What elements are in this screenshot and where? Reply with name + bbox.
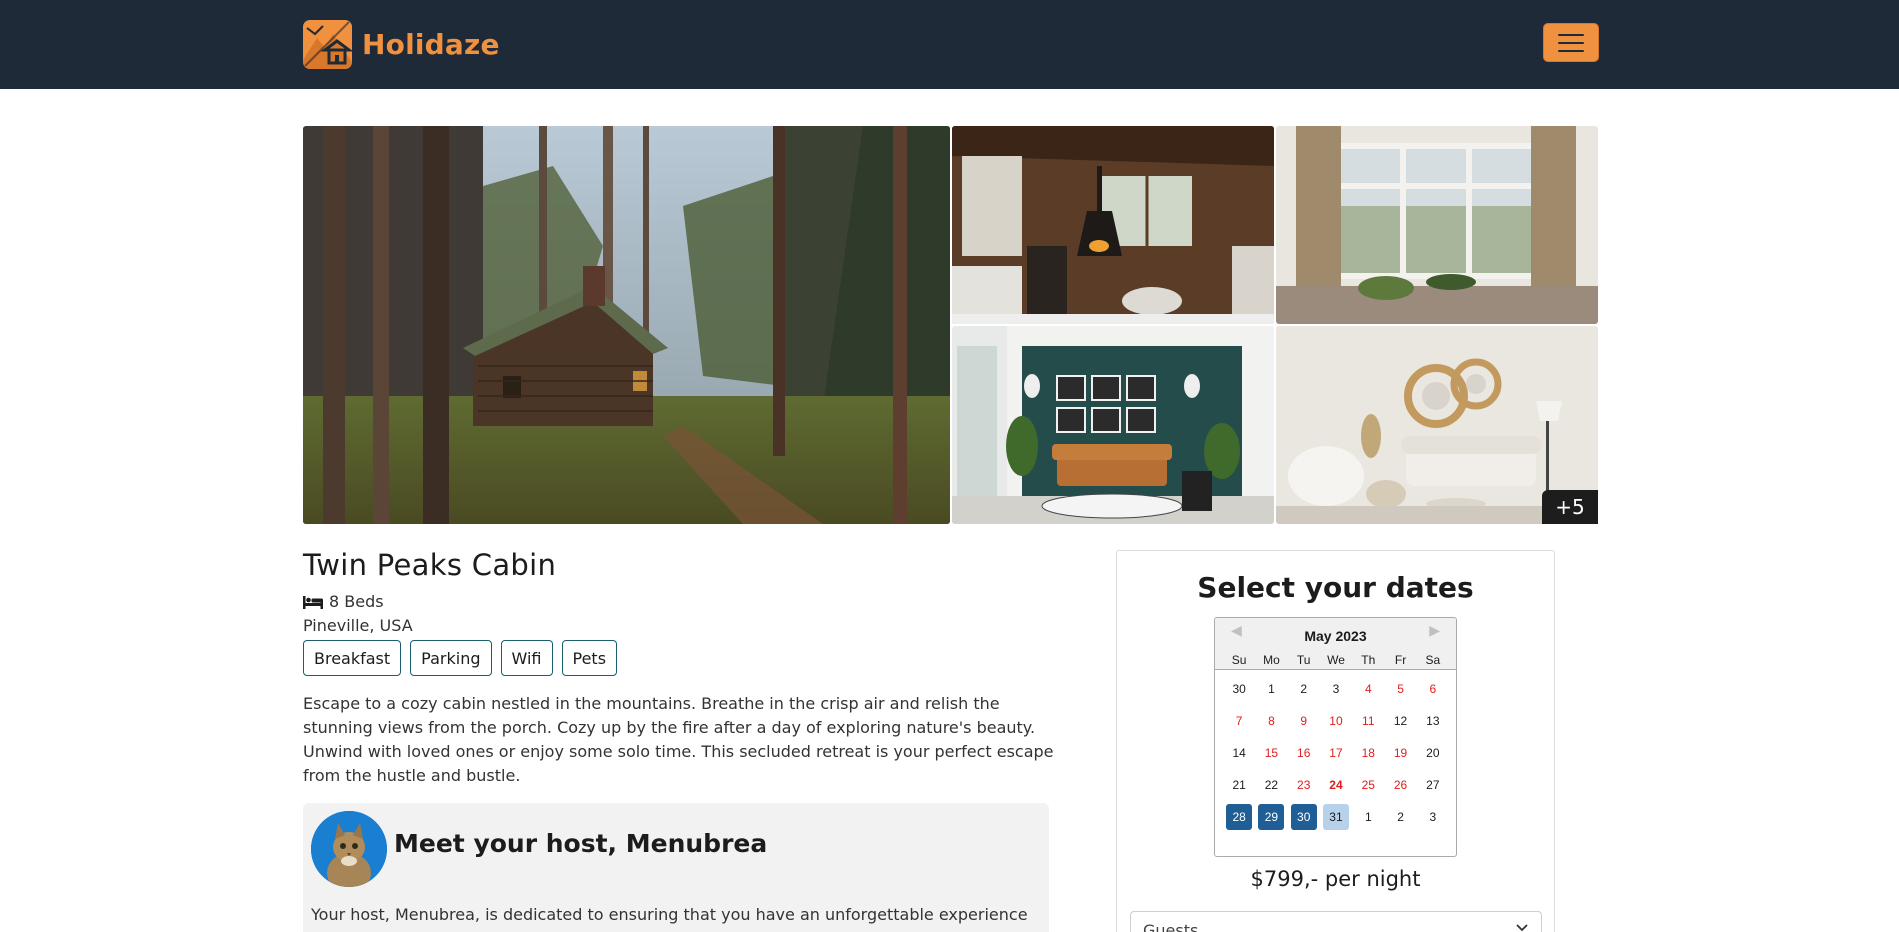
calendar-weekday: Fr [1394,653,1407,667]
calendar-weekday: Su [1231,653,1247,667]
calendar-day: 7 [1235,714,1243,728]
calendar-month: May 2023 [1304,628,1367,644]
calendar-day: 10 [1329,714,1343,728]
calendar-day[interactable]: 27 [1417,772,1449,798]
amenity-tag: Parking [410,640,492,676]
booking-title: Select your dates [1197,571,1474,604]
calendar-weekday: Tu [1296,653,1311,667]
calendar-day: 5 [1397,682,1404,696]
calendar-day[interactable]: 21 [1223,772,1255,798]
calendar-day[interactable]: 22 [1255,772,1287,798]
beds-count: 8 Beds [329,592,384,611]
calendar-day[interactable]: 13 [1417,708,1449,734]
chevron-down-icon [1516,924,1528,932]
calendar-day[interactable]: 30 [1288,804,1320,830]
calendar-day[interactable]: 30 [1223,676,1255,702]
calendar-day: 15 [1264,746,1279,760]
host-card: Meet your host, Menubrea Your host, Menu… [303,803,1049,932]
calendar-day[interactable]: 24 [1320,772,1352,798]
host-title: Meet your host, Menubrea [394,829,768,858]
calendar-day[interactable]: 1 [1255,676,1287,702]
calendar-weekday: Mo [1263,653,1280,667]
date-picker-calendar: ◀ May 2023 ▶ Su Mo Tu We Th Fr Sa 30 1 2 3 4 5 6 7 8 9 1… [1214,617,1457,857]
calendar-header: ◀ May 2023 ▶ Su Mo Tu We Th Fr Sa [1215,618,1456,670]
calendar-day: 26 [1393,778,1408,792]
calendar-day[interactable]: 14 [1223,740,1255,766]
gallery-photo-window[interactable] [1276,126,1598,324]
gallery-photo-cabin[interactable] [303,126,950,524]
calendar-day: 8 [1268,714,1275,728]
price-per-night: $799,- per night [1250,867,1421,891]
guests-placeholder: Guests [1143,921,1199,932]
calendar-day: 6 [1429,682,1437,696]
calendar-day: 17 [1329,746,1343,760]
guests-select[interactable]: Guests [1130,911,1542,932]
venue-description: Escape to a cozy cabin nestled in the mo… [303,694,1054,785]
venue-beds: 8 Beds [303,592,384,611]
navbar: Holidaze [0,0,1899,89]
gallery-photo-kitchen[interactable] [952,126,1274,324]
brand-name: Holidaze [362,27,500,61]
hamburger-icon [1558,33,1584,36]
calendar-day: 9 [1300,714,1308,728]
avatar [311,811,387,887]
calendar-day: 19 [1393,746,1408,760]
calendar-day[interactable]: 31 [1320,804,1352,830]
calendar-day[interactable]: 1 [1352,804,1384,830]
calendar-days: 30 1 2 3 4 5 6 7 8 9 10 11 12 13 14 15 16 17 18 19 20 21 22 23 2… [1223,676,1449,830]
venue-title: Twin Peaks Cabin [303,548,557,582]
calendar-day: 23 [1297,778,1311,792]
calendar-weekday: Sa [1425,653,1441,667]
calendar-day[interactable]: 20 [1417,740,1449,766]
brand-link[interactable]: Holidaze [303,19,500,69]
calendar-day: 18 [1361,746,1375,760]
amenity-tag: Pets [561,640,618,676]
calendar-day[interactable]: 2 [1384,804,1416,830]
venue-location: Pineville, USA [303,616,413,635]
calendar-day[interactable]: 12 [1384,708,1416,734]
calendar-day: 25 [1361,778,1375,792]
calendar-day: 11 [1362,714,1375,728]
calendar-day[interactable]: 3 [1417,804,1449,830]
calendar-day[interactable]: 3 [1320,676,1352,702]
photo-gallery: +5 [303,126,1598,524]
host-text: Your host, Menubrea, is dedicated to ens… [311,905,1028,924]
calendar-weekday: We [1327,653,1345,667]
calendar-day[interactable]: 28 [1223,804,1255,830]
calendar-weekday: Th [1361,653,1376,667]
amenity-tag: Breakfast [303,640,402,676]
calendar-day: 4 [1364,682,1372,696]
bed-icon [303,595,323,609]
cabin-logo-icon [303,19,352,69]
gallery-photo-living-room[interactable] [952,326,1274,524]
calendar-day: 16 [1297,746,1311,760]
booking-card: Select your dates ◀ May 2023 ▶ Su Mo Tu We T… [1116,550,1555,932]
amenity-tags: Breakfast Parking Wifi Pets [303,640,618,676]
chevron-right-icon[interactable]: ▶ [1429,622,1440,639]
calendar-day[interactable]: 2 [1288,676,1320,702]
calendar-weekdays: Su Mo Tu We Th Fr Sa [1223,653,1449,667]
more-photos-badge[interactable]: +5 [1542,490,1598,524]
menu-toggle-button[interactable] [1543,23,1599,62]
amenity-tag: Wifi [500,640,553,676]
calendar-day[interactable]: 29 [1255,804,1287,830]
